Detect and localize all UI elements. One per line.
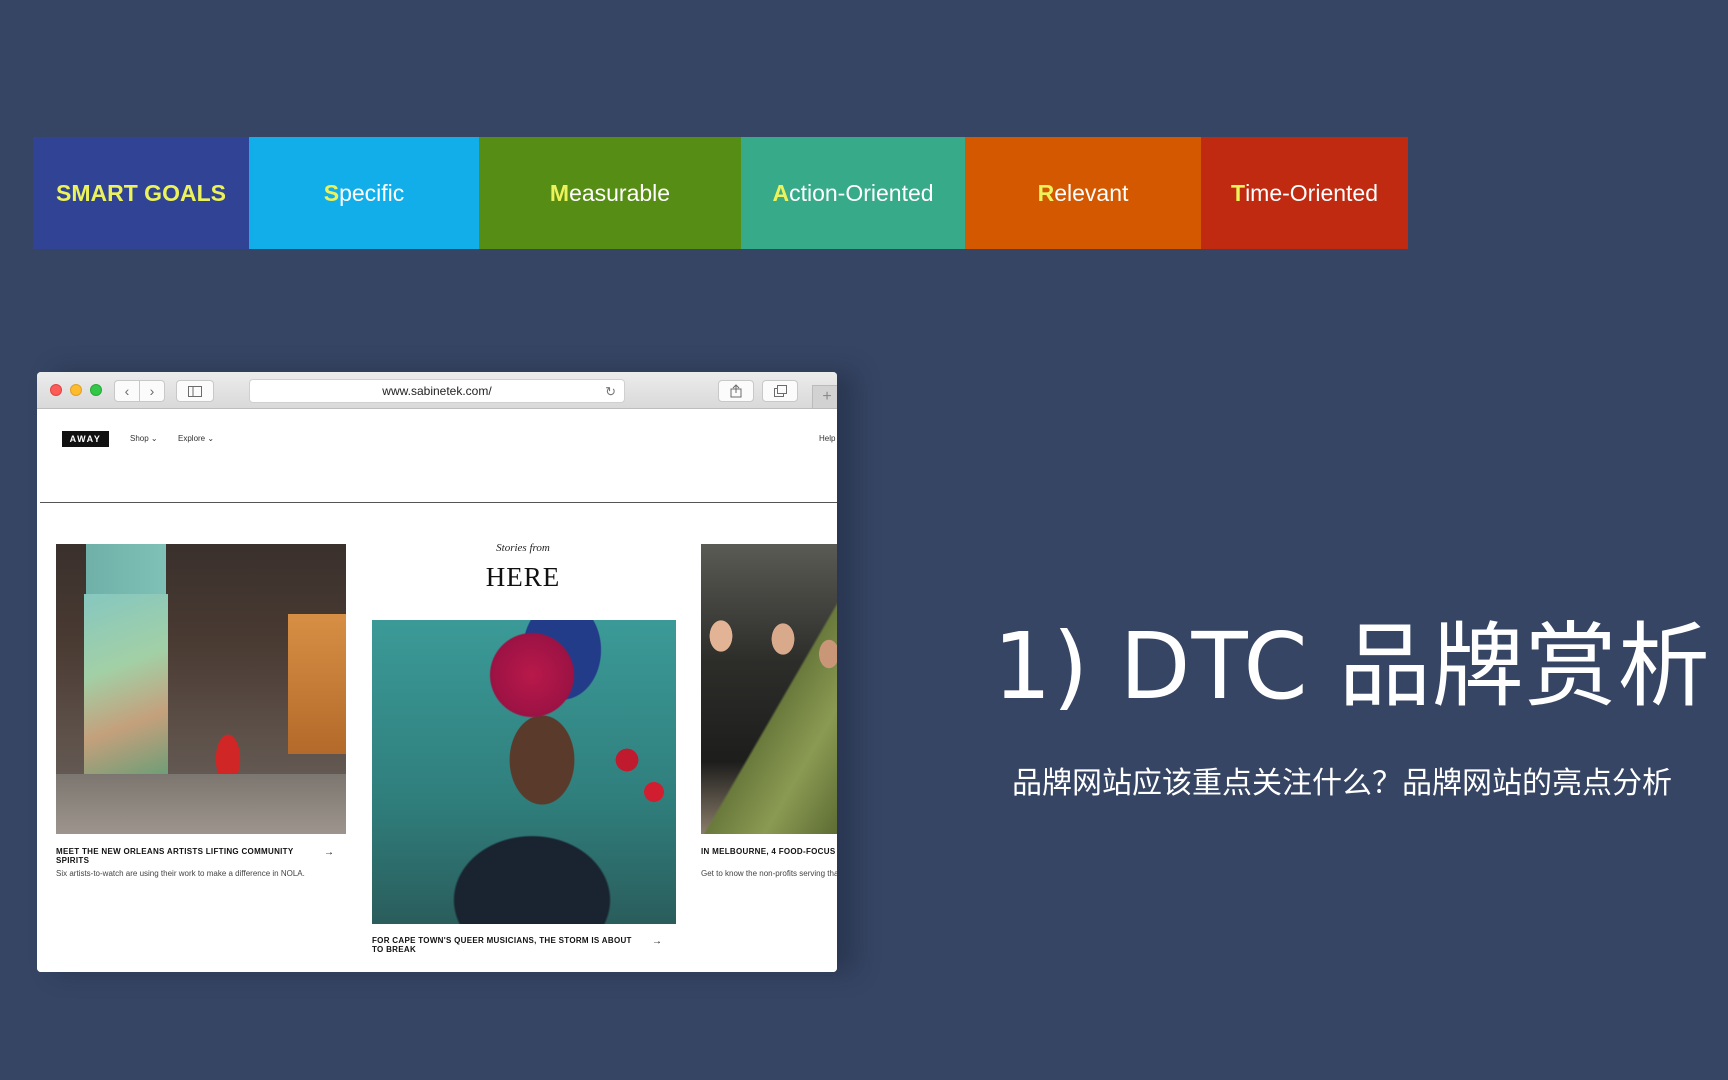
close-window-button[interactable]	[50, 384, 62, 396]
header-divider	[40, 502, 837, 503]
back-button[interactable]: ‹	[114, 380, 140, 402]
stories-from-label: Stories from	[496, 542, 550, 554]
smart-initial: R	[1037, 179, 1055, 206]
smart-goals-banner: SMART GOALS Specific Measurable Action-O…	[33, 137, 1408, 249]
story-title[interactable]: FOR CAPE TOWN'S QUEER MUSICIANS, THE STO…	[372, 936, 642, 954]
url-text: www.sabinetek.com/	[382, 384, 492, 398]
smart-goals-title-text: SMART GOALS	[56, 179, 226, 206]
forward-button[interactable]: ›	[139, 380, 165, 402]
smart-specific: Specific	[249, 137, 479, 249]
chevron-left-icon: ‹	[124, 383, 130, 399]
section-title: HERE	[485, 562, 561, 592]
story-image-new-orleans[interactable]	[56, 544, 346, 834]
mural-painting	[84, 594, 168, 774]
smart-action-oriented: Action-Oriented	[741, 137, 965, 249]
tabs-icon	[773, 385, 787, 397]
story-image-cape-town[interactable]	[372, 620, 676, 924]
smart-initial: A	[772, 179, 790, 206]
smart-word: ction-Oriented	[789, 179, 934, 206]
arrow-right-icon[interactable]: →	[652, 936, 662, 947]
arrow-right-icon[interactable]: →	[324, 847, 334, 858]
browser-window: ‹ › www.sabinetek.com/ ↻ + AWAY Shop ⌄ E…	[37, 372, 837, 972]
smart-initial: M	[549, 179, 570, 206]
story-description: Six artists-to-watch are using their wor…	[56, 869, 305, 878]
logo-text: AWAY	[69, 434, 102, 444]
smart-initial: S	[323, 179, 340, 206]
nav-explore[interactable]: Explore ⌄	[178, 434, 214, 443]
web-page: AWAY Shop ⌄ Explore ⌄ Help Stories from …	[37, 410, 837, 972]
story-title[interactable]: MEET THE NEW ORLEANS ARTISTS LIFTING COM…	[56, 847, 306, 865]
share-button[interactable]	[718, 380, 754, 402]
smart-word: ime-Oriented	[1245, 179, 1378, 206]
smart-measurable: Measurable	[479, 137, 741, 249]
smart-word: elevant	[1054, 179, 1129, 206]
story-title[interactable]: IN MELBOURNE, 4 FOOD-FOCUS WELCOMING REF…	[701, 847, 837, 856]
sidebar-toggle-button[interactable]	[176, 380, 214, 402]
smart-word: pecific	[339, 179, 405, 206]
story-image-melbourne[interactable]	[701, 544, 837, 834]
plus-icon: +	[822, 388, 832, 405]
minimize-window-button[interactable]	[70, 384, 82, 396]
chevron-right-icon: ›	[149, 383, 155, 399]
show-tabs-button[interactable]	[762, 380, 798, 402]
reload-icon[interactable]: ↻	[605, 384, 616, 400]
smart-relevant: Relevant	[965, 137, 1201, 249]
story-description: Get to know the non-profits serving than…	[701, 869, 837, 878]
maximize-window-button[interactable]	[90, 384, 102, 396]
warehouse-floor	[56, 774, 346, 834]
new-tab-button[interactable]: +	[812, 385, 837, 409]
mural-painting	[288, 614, 346, 754]
smart-initial: T	[1231, 179, 1246, 206]
nav-shop[interactable]: Shop ⌄	[130, 434, 158, 443]
slide-subtitle: 品牌网站应该重点关注什么？品牌网站的亮点分析	[1012, 766, 1672, 801]
smart-word: easurable	[569, 179, 671, 206]
slide-title: 1) DTC 品牌赏析	[993, 613, 1711, 720]
share-icon	[730, 384, 742, 398]
smart-time-oriented: Time-Oriented	[1201, 137, 1408, 249]
address-bar[interactable]: www.sabinetek.com/ ↻	[249, 379, 625, 403]
sidebar-icon	[188, 385, 202, 397]
away-logo[interactable]: AWAY	[62, 431, 109, 447]
browser-toolbar: ‹ › www.sabinetek.com/ ↻ +	[37, 372, 837, 409]
smart-goals-title: SMART GOALS	[33, 137, 249, 249]
nav-help[interactable]: Help	[819, 434, 835, 443]
